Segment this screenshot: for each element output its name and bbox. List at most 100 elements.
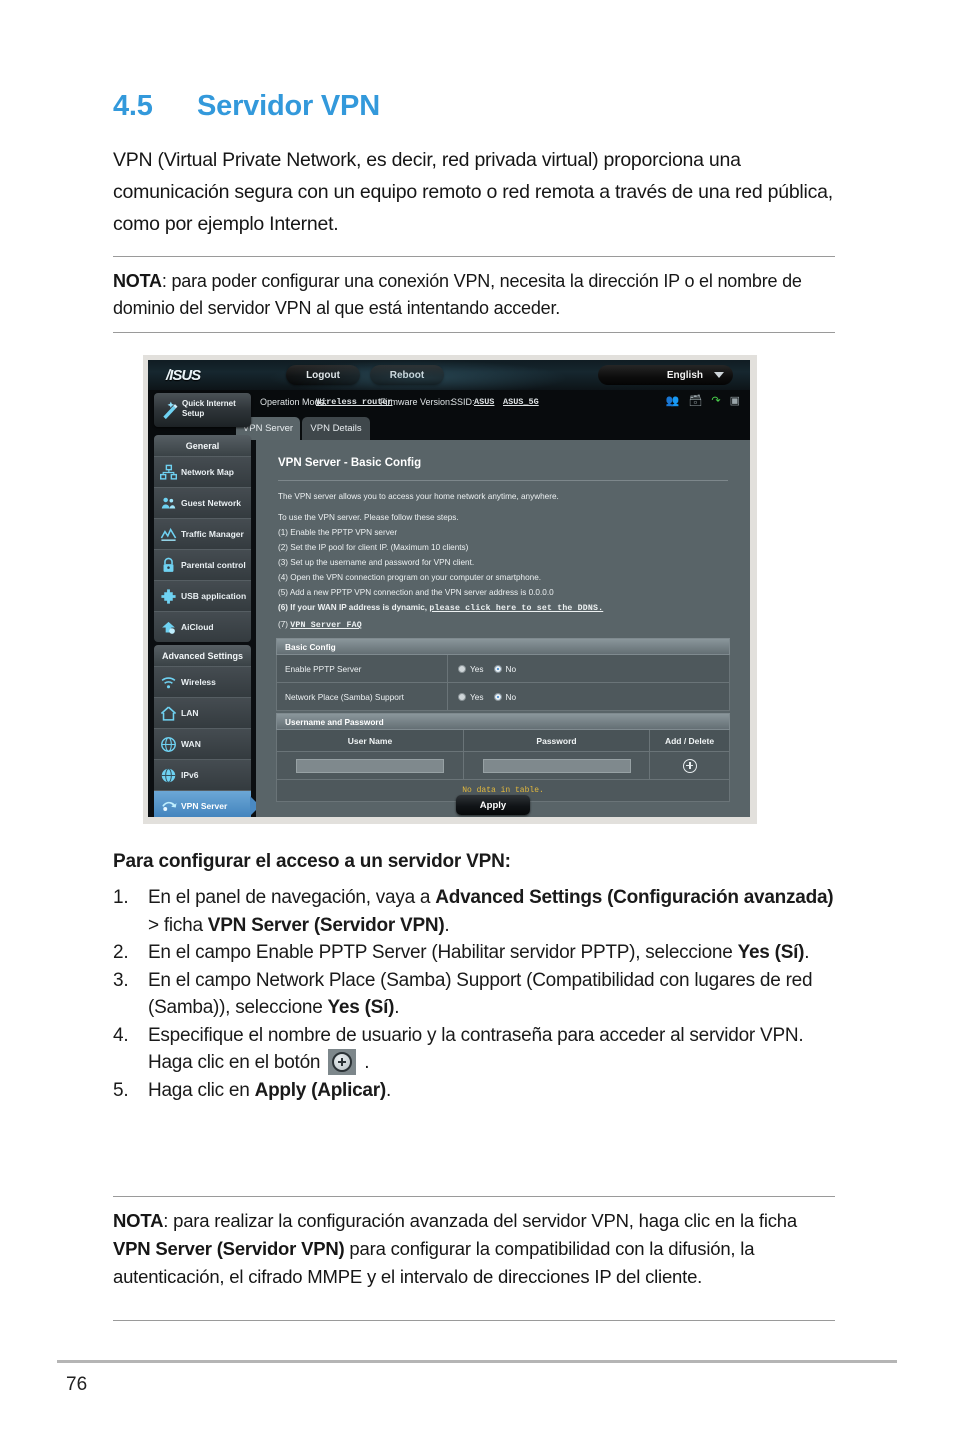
sidebar-label: Traffic Manager — [181, 529, 244, 539]
step-text: En el campo Network Place (Samba) Suppor… — [148, 969, 813, 1019]
sidebar-item-usb-application[interactable]: USB application — [154, 580, 251, 611]
step-text: . — [394, 997, 400, 1018]
guest-network-icon[interactable]: 👥 — [666, 395, 680, 407]
step-text: . — [385, 1079, 391, 1101]
step-number: 1. — [113, 887, 129, 908]
sidebar-item-vpn-server[interactable]: VPN Server — [154, 790, 260, 817]
sidebar-item-traffic-manager[interactable]: Traffic Manager — [154, 518, 251, 549]
sidebar-item-parental-control[interactable]: Parental control — [154, 549, 251, 580]
radio-dot-icon — [458, 692, 466, 701]
quick-setup-line1: Quick Internet — [182, 399, 236, 408]
router-top-banner: /ISUS Logout Reboot English — [148, 360, 750, 390]
radio-pptp-yes[interactable]: Yes — [458, 664, 484, 674]
sidebar-label: AiCloud — [181, 622, 214, 632]
note-bottom-text: : para realizar la configuración avanzad… — [163, 1210, 797, 1231]
section-title: Servidor VPN — [197, 90, 380, 122]
add-delete-cell — [649, 752, 729, 779]
basic-config-header: Basic Config — [276, 638, 730, 655]
radio-label: Yes — [470, 691, 484, 702]
language-selector[interactable]: English — [598, 365, 733, 385]
nav-header-advanced-settings: Advanced Settings — [154, 645, 251, 666]
note-top-label: NOTA — [113, 271, 162, 291]
step-text-bold: Yes (Sí) — [737, 942, 805, 963]
radio-label: No — [505, 691, 517, 702]
magic-wand-icon — [163, 401, 178, 420]
content-title: VPN Server - Basic Config — [278, 457, 422, 469]
credentials-input-row — [276, 752, 730, 780]
sidebar-item-wan[interactable]: WAN — [154, 728, 251, 759]
list-item: 5. Haga clic en Apply (Aplicar). — [113, 1077, 843, 1105]
ddns-link[interactable]: please click here to set the DDNS. — [429, 604, 603, 613]
sidebar-item-wireless[interactable]: Wireless — [154, 666, 251, 697]
usb-icon[interactable]: ↷ — [711, 395, 720, 407]
note-bottom-bold: VPN Server (Servidor VPN) — [113, 1238, 345, 1259]
sidebar-label: VPN Server — [181, 801, 228, 811]
firmware-label: Firmware Version: — [380, 397, 453, 407]
basic-config-panel: Basic Config Enable PPTP Server Yes No N… — [276, 638, 730, 711]
row-value: Yes No — [447, 655, 729, 682]
vpn-faq-link[interactable]: VPN Server FAQ — [290, 621, 362, 630]
note-bottom-label: NOTA — [113, 1210, 164, 1231]
radio-samba-yes[interactable]: Yes — [458, 692, 484, 702]
tab-vpn-details[interactable]: VPN Details — [302, 417, 370, 440]
list-item: 1. En el panel de navegación, vaya a Adva… — [113, 884, 843, 939]
ssid-value-2[interactable]: ASUS_5G — [503, 397, 539, 407]
sidebar-label: LAN — [181, 708, 199, 718]
sidebar-label: WAN — [181, 739, 201, 749]
note-top-text: : para poder configurar una conexión VPN… — [113, 271, 802, 318]
radio-label: No — [505, 663, 517, 674]
radio-pptp-no[interactable]: No — [493, 663, 517, 674]
step-text: . — [804, 942, 810, 963]
step-text-bold: VPN Server (Servidor VPN) — [207, 914, 445, 936]
sidebar-item-ipv6[interactable]: IPv6 — [154, 759, 251, 790]
step-text-bold: Yes (Sí) — [327, 997, 395, 1018]
guest-network-icon — [156, 495, 181, 512]
page-number: 76 — [66, 1374, 88, 1395]
content-step-3: (3) Set up the username and password for… — [278, 558, 475, 567]
ssid-value-1[interactable]: ASUS — [474, 397, 494, 407]
content-step-1: (1) Enable the PPTP VPN server — [278, 528, 398, 537]
copy-icon[interactable]: 🗃 — [688, 395, 702, 407]
quick-setup-label: Quick Internet Setup — [182, 399, 236, 419]
network-map-icon — [156, 464, 181, 481]
step-text: Especifique el nombre de usuario y la co… — [148, 1024, 804, 1074]
language-label: English — [666, 369, 703, 381]
sidebar-item-network-map[interactable]: Network Map — [154, 456, 251, 487]
list-item: 3. En el campo Network Place (Samba) Supp… — [113, 967, 843, 1022]
user-name-input[interactable] — [296, 758, 444, 773]
logout-button[interactable]: Logout — [286, 365, 360, 385]
add-circle-icon[interactable] — [682, 758, 697, 773]
apply-button[interactable]: Apply — [456, 795, 530, 815]
password-input[interactable] — [482, 758, 631, 773]
content-panel: VPN Server - Basic Config The VPN server… — [256, 440, 750, 817]
sidebar-label: Guest Network — [181, 498, 241, 508]
globe-icon — [156, 736, 181, 753]
reboot-button[interactable]: Reboot — [370, 365, 444, 385]
add-circle-button[interactable] — [328, 1049, 357, 1075]
note-top-rule-upper — [113, 256, 835, 257]
user-name-cell — [277, 758, 463, 773]
chevron-down-icon — [714, 372, 724, 378]
radio-dot-icon — [458, 664, 466, 673]
nav-group-advanced: Advanced Settings Wireless LAN WAN IPv6 … — [154, 645, 260, 817]
asus-logo: /ISUS — [166, 367, 201, 384]
usb-application-icon — [156, 588, 181, 605]
quick-internet-setup-button[interactable]: Quick Internet Setup — [154, 393, 251, 427]
sidebar-item-lan[interactable]: LAN — [154, 697, 251, 728]
credentials-header: Username and Password — [276, 713, 730, 730]
step-text: > ficha — [148, 914, 208, 936]
page-title: 4.5 Servidor VPN — [113, 90, 380, 123]
sidebar-label: Wireless — [181, 677, 216, 687]
monitor-icon[interactable]: ▣ — [730, 395, 740, 407]
content-step-4: (4) Open the VPN connection program on y… — [278, 573, 542, 582]
sidebar-item-guest-network[interactable]: Guest Network — [154, 487, 251, 518]
sidebar-label: USB application — [181, 591, 247, 601]
credentials-panel: Username and Password User Name Password… — [276, 713, 730, 802]
router-ui-screenshot: /ISUS Logout Reboot English Operation Mo… — [143, 355, 757, 824]
sidebar-item-aicloud[interactable]: AiCloud — [154, 611, 251, 642]
step-text: . — [444, 914, 450, 936]
radio-samba-no[interactable]: No — [493, 691, 517, 702]
list-item: 4. Especifique el nombre de usuario y la … — [113, 1022, 843, 1077]
step-text-bold: Apply (Aplicar) — [254, 1079, 387, 1101]
quick-setup-line2: Setup — [182, 409, 205, 418]
